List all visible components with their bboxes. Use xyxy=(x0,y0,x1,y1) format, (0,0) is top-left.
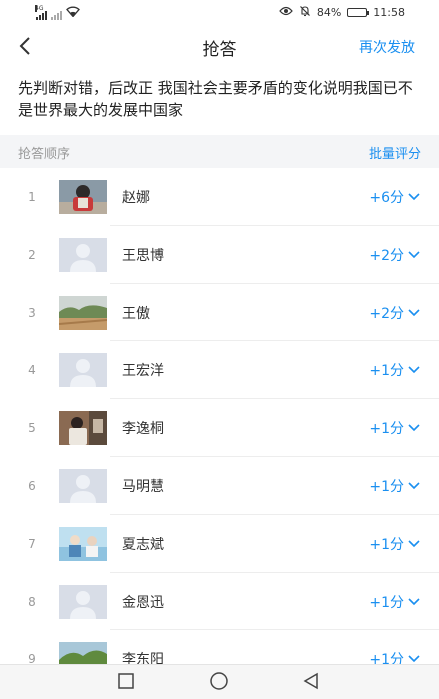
resend-button[interactable]: 再次发放 xyxy=(359,37,415,57)
score-dropdown[interactable]: +6分 xyxy=(369,187,420,207)
square-icon xyxy=(118,673,134,689)
score-value: +2分 xyxy=(369,305,404,322)
rank-number: 5 xyxy=(28,421,36,436)
status-bar: 4G 84% 11:58 xyxy=(0,0,439,26)
chevron-down-icon xyxy=(408,193,420,201)
score-value: +1分 xyxy=(369,363,404,380)
student-name: 夏志斌 xyxy=(122,536,164,553)
rank-number: 4 xyxy=(28,363,36,378)
answer-row[interactable]: 7 夏志斌 +1分 xyxy=(0,515,439,573)
answer-row[interactable]: 3 王傲 +2分 xyxy=(0,284,439,342)
mute-icon xyxy=(299,5,311,20)
avatar xyxy=(59,584,107,619)
chevron-down-icon xyxy=(408,540,420,547)
avatar xyxy=(59,295,107,330)
avatar xyxy=(59,180,107,214)
answer-row[interactable]: 6 马明慧 +1分 xyxy=(0,457,439,515)
score-dropdown[interactable]: +1分 xyxy=(369,534,420,554)
status-right: 84% 11:58 xyxy=(279,5,405,20)
score-value: +6分 xyxy=(369,190,404,206)
student-name: 马明慧 xyxy=(122,478,164,495)
section-header: 抢答顺序 批量评分 xyxy=(0,135,439,168)
chevron-down-icon xyxy=(408,424,420,432)
rank-number: 9 xyxy=(28,652,36,664)
score-value: +2分 xyxy=(369,247,404,264)
chevron-down-icon xyxy=(408,482,420,490)
battery-icon xyxy=(347,8,370,17)
answer-row[interactable]: 1 赵娜 +6分 xyxy=(0,168,439,226)
back-nav-button[interactable] xyxy=(302,672,320,694)
student-name: 李逸桐 xyxy=(122,421,164,438)
score-dropdown[interactable]: +1分 xyxy=(369,418,420,438)
answer-row[interactable]: 8 金恩迅 +1分 xyxy=(0,573,439,631)
answer-list: 1 赵娜 +6分 2 王思博 +2分 3 王傲 +2分 4 王宏洋 +1分 5 李逸桐 +1分 6 马明慧 +1分… xyxy=(0,168,439,664)
student-name: 王宏洋 xyxy=(122,363,164,380)
answer-row[interactable]: 4 王宏洋 +1分 xyxy=(0,341,439,399)
answer-row[interactable]: 5 李逸桐 +1分 xyxy=(0,399,439,457)
network-type-label: 4G xyxy=(35,5,44,12)
recents-button[interactable] xyxy=(117,672,135,694)
avatar xyxy=(59,642,107,664)
avatar xyxy=(59,468,107,503)
chevron-down-icon xyxy=(408,309,420,316)
system-nav-bar xyxy=(0,664,439,699)
circle-icon xyxy=(210,672,228,690)
score-value: +1分 xyxy=(369,536,404,553)
score-value: +1分 xyxy=(369,652,404,664)
chevron-down-icon xyxy=(408,655,420,663)
score-value: +1分 xyxy=(369,478,404,495)
wifi-icon xyxy=(66,6,80,20)
chevron-down-icon xyxy=(408,251,420,258)
avatar xyxy=(59,237,107,272)
question-text: 先判断对错，后改正 我国社会主要矛盾的变化说明我国已不是世界最大的发展中国家 xyxy=(18,79,413,119)
chevron-down-icon xyxy=(408,366,420,374)
score-dropdown[interactable]: +1分 xyxy=(369,649,420,664)
answer-row[interactable]: 2 王思博 +2分 xyxy=(0,226,439,284)
rank-number: 1 xyxy=(28,190,36,204)
score-dropdown[interactable]: +1分 xyxy=(369,592,420,612)
score-dropdown[interactable]: +2分 xyxy=(369,303,420,323)
avatar xyxy=(59,526,107,561)
score-dropdown[interactable]: +1分 xyxy=(369,360,420,380)
score-value: +1分 xyxy=(369,421,404,438)
home-button[interactable] xyxy=(209,671,229,695)
score-value: +1分 xyxy=(369,594,404,611)
clock: 11:58 xyxy=(373,6,405,19)
section-title: 抢答顺序 xyxy=(18,147,71,162)
answer-row[interactable]: 9 李东阳 +1分 xyxy=(0,630,439,664)
rank-number: 2 xyxy=(28,247,36,262)
eye-icon xyxy=(279,6,293,19)
student-name: 李东阳 xyxy=(122,652,164,664)
signal-icon: 4G xyxy=(35,5,47,20)
score-dropdown[interactable]: +2分 xyxy=(369,245,420,265)
student-name: 赵娜 xyxy=(122,190,150,206)
status-left: 4G xyxy=(35,5,80,20)
student-name: 王傲 xyxy=(122,305,150,322)
score-dropdown[interactable]: +1分 xyxy=(369,476,420,496)
avatar xyxy=(59,353,107,388)
nav-bar: 抢答 再次发放 xyxy=(0,26,439,66)
rank-number: 3 xyxy=(28,305,36,320)
student-name: 金恩迅 xyxy=(122,594,164,611)
rank-number: 7 xyxy=(28,536,36,551)
rank-number: 8 xyxy=(28,594,36,609)
chevron-down-icon xyxy=(408,598,420,605)
triangle-back-icon xyxy=(303,672,318,690)
battery-percent: 84% xyxy=(316,6,342,19)
rank-number: 6 xyxy=(28,478,36,493)
batch-score-button[interactable]: 批量评分 xyxy=(369,143,421,162)
student-name: 王思博 xyxy=(122,247,164,264)
avatar xyxy=(59,411,107,446)
signal-icon-2 xyxy=(51,10,62,20)
